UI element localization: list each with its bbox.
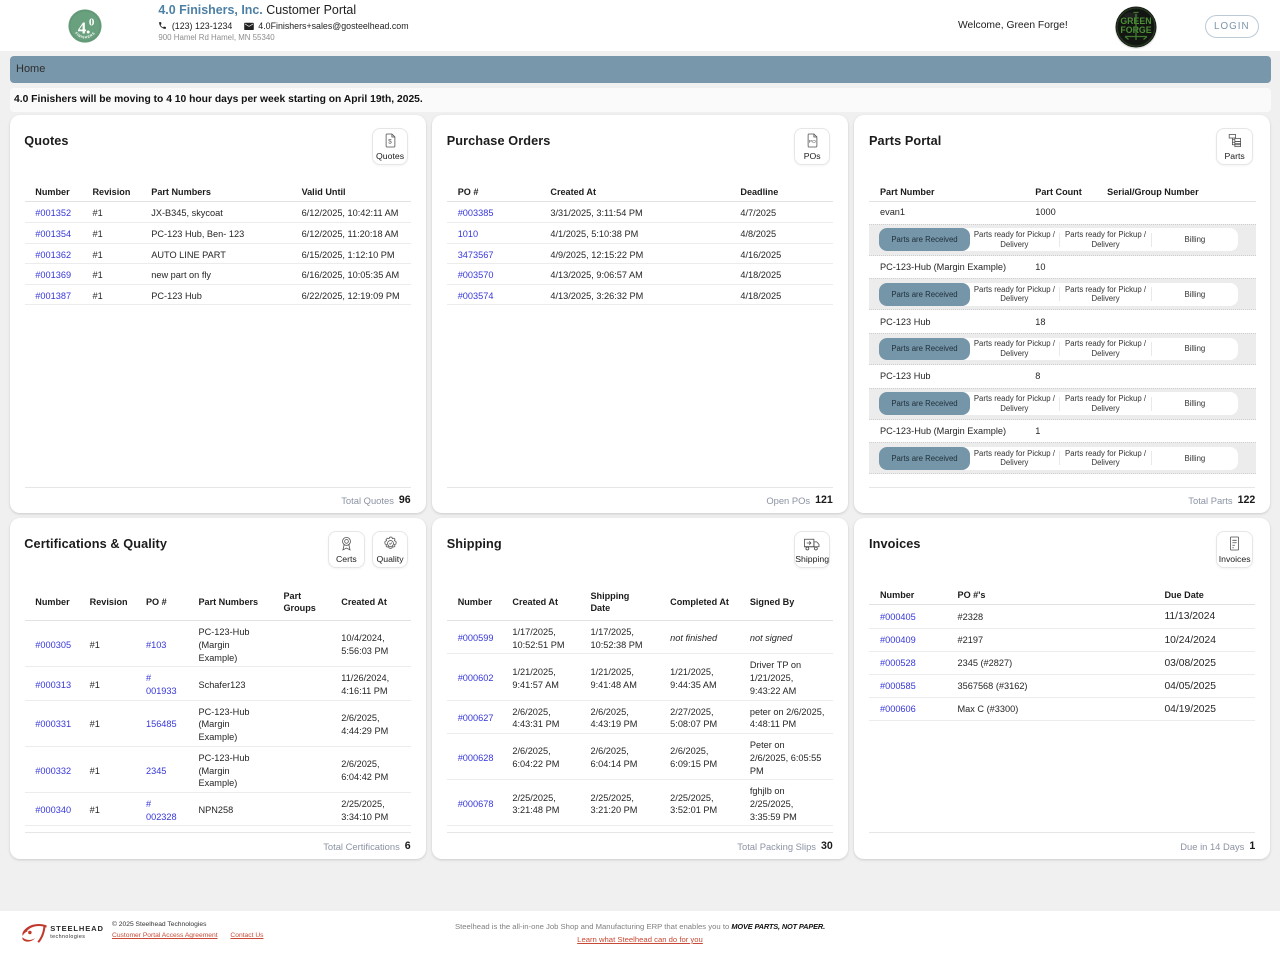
- svg-text:$: $: [388, 138, 392, 145]
- svg-text:0: 0: [88, 16, 94, 28]
- svg-text:PO: PO: [808, 138, 815, 144]
